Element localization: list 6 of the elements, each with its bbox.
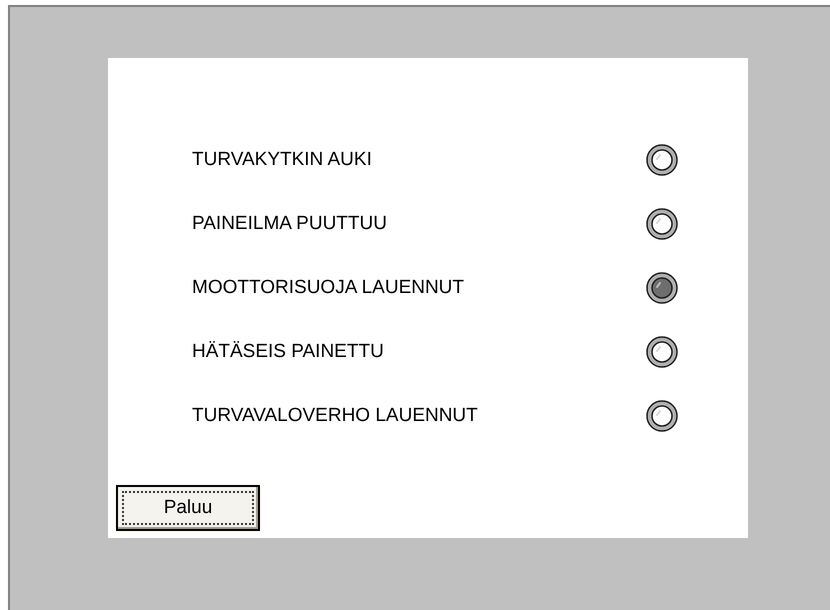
alarm-label: HÄTÄSEIS PAINETTU <box>192 340 384 364</box>
alarm-label: MOOTTORISUOJA LAUENNUT <box>192 276 464 300</box>
back-button[interactable]: Paluu <box>116 485 260 531</box>
alarm-label: TURVAKYTKIN AUKI <box>192 148 372 172</box>
alarm-label: TURVAVALOVERHO LAUENNUT <box>192 404 478 428</box>
alarm-label: PAINEILMA PUUTTUU <box>192 212 387 236</box>
